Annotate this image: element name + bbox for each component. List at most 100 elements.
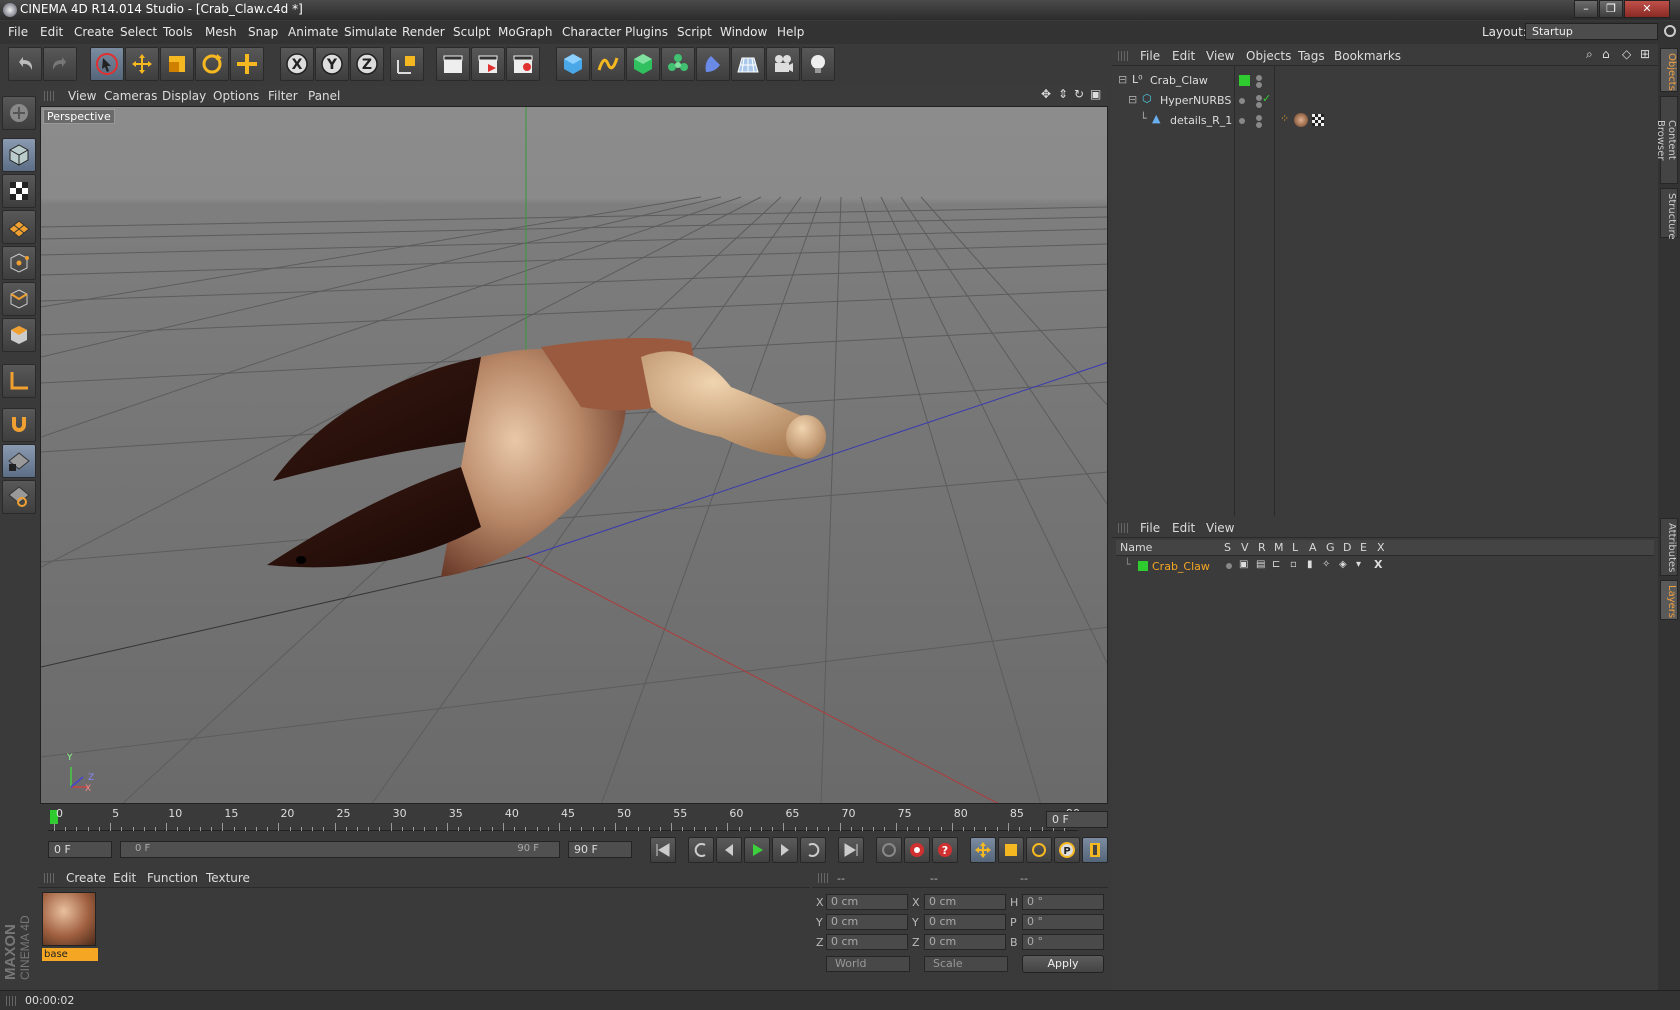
column-expressions[interactable]: E bbox=[1360, 541, 1367, 554]
x-axis-lock-button[interactable]: X bbox=[280, 47, 314, 81]
viewport-menu-display[interactable]: Display bbox=[162, 89, 206, 103]
layer-color-swatch[interactable] bbox=[1239, 75, 1250, 86]
material-tag-icon[interactable] bbox=[1294, 113, 1308, 127]
material-swatch[interactable]: base bbox=[40, 890, 98, 962]
planar-workplane-button[interactable] bbox=[2, 480, 36, 514]
enabled-check-icon[interactable]: ✓ bbox=[1262, 92, 1271, 105]
object-menu-bookmarks[interactable]: Bookmarks bbox=[1334, 49, 1401, 63]
y-axis-lock-button[interactable]: Y bbox=[315, 47, 349, 81]
layer-menu-view[interactable]: View bbox=[1206, 521, 1234, 535]
material-menu-edit[interactable]: Edit bbox=[113, 871, 136, 885]
viewport-menu-filter[interactable]: Filter bbox=[268, 89, 298, 103]
menu-mograph[interactable]: MoGraph bbox=[498, 25, 553, 39]
coordinate-system-button[interactable] bbox=[390, 47, 424, 81]
range-slider[interactable]: 0 F 90 F bbox=[120, 841, 560, 858]
menu-render[interactable]: Render bbox=[402, 25, 445, 39]
undo-button[interactable] bbox=[8, 47, 42, 81]
timeline-layout-button[interactable] bbox=[1082, 837, 1108, 863]
keyframe-selection-button[interactable]: ? bbox=[932, 837, 958, 863]
object-name[interactable]: details_R_1 bbox=[1170, 114, 1232, 127]
panel-grip[interactable] bbox=[818, 873, 828, 883]
polygons-mode-button[interactable] bbox=[2, 318, 36, 352]
size-z-field[interactable]: 0 cm bbox=[924, 934, 1006, 950]
snap-button[interactable] bbox=[2, 408, 36, 442]
menu-tools[interactable]: Tools bbox=[163, 25, 193, 39]
viewport-menu-panel[interactable]: Panel bbox=[308, 89, 340, 103]
menu-window[interactable]: Window bbox=[720, 25, 767, 39]
object-menu-objects[interactable]: Objects bbox=[1246, 49, 1291, 63]
pan-view-icon[interactable]: ✥ bbox=[1041, 87, 1051, 101]
visible-eye-icon[interactable]: ▣ bbox=[1239, 559, 1248, 570]
axis-mode-button[interactable] bbox=[2, 364, 36, 398]
key-parameter-button[interactable]: P bbox=[1054, 837, 1080, 863]
viewport-menu-options[interactable]: Options bbox=[213, 89, 259, 103]
layer-color-swatch[interactable] bbox=[1138, 561, 1148, 571]
tab-structure[interactable]: Structure bbox=[1660, 188, 1678, 240]
move-tool[interactable] bbox=[125, 47, 159, 81]
column-xrefs[interactable]: X bbox=[1377, 541, 1385, 554]
tab-layers[interactable]: Layers bbox=[1660, 580, 1678, 620]
previous-key-button[interactable] bbox=[688, 837, 714, 863]
layer-dot[interactable] bbox=[1239, 98, 1245, 104]
rotate-view-icon[interactable]: ↻ bbox=[1074, 87, 1084, 101]
record-keys-button[interactable] bbox=[876, 837, 902, 863]
animation-film-icon[interactable]: ▮ bbox=[1307, 559, 1313, 570]
generator-icon[interactable]: ✧ bbox=[1322, 559, 1330, 570]
tab-attributes[interactable]: Attributes bbox=[1660, 518, 1678, 576]
menu-simulate[interactable]: Simulate bbox=[344, 25, 397, 39]
panel-grip[interactable] bbox=[44, 91, 54, 101]
column-deformers[interactable]: D bbox=[1343, 541, 1351, 554]
menu-plugins[interactable]: Plugins bbox=[625, 25, 668, 39]
layer-dot[interactable] bbox=[1239, 118, 1245, 124]
column-generators[interactable]: G bbox=[1326, 541, 1335, 554]
object-name[interactable]: HyperNURBS bbox=[1160, 94, 1231, 107]
minimize-button[interactable]: – bbox=[1574, 0, 1598, 18]
maximize-button[interactable]: ❐ bbox=[1599, 0, 1623, 18]
editor-visibility-dot[interactable] bbox=[1256, 115, 1262, 121]
menu-mesh[interactable]: Mesh bbox=[205, 25, 237, 39]
panel-grip[interactable] bbox=[6, 996, 16, 1006]
rot-b-field[interactable]: 0 ° bbox=[1022, 934, 1104, 950]
object-menu-view[interactable]: View bbox=[1206, 49, 1234, 63]
material-name[interactable]: base bbox=[42, 948, 98, 961]
edges-mode-button[interactable] bbox=[2, 282, 36, 316]
add-mograph-button[interactable] bbox=[661, 47, 695, 81]
tab-content-browser[interactable]: Content Browser bbox=[1655, 96, 1678, 184]
scale-tool[interactable] bbox=[160, 47, 194, 81]
add-nurbs-button[interactable] bbox=[626, 47, 660, 81]
size-mode-select[interactable]: Scale bbox=[924, 956, 1008, 972]
add-deformer-button[interactable] bbox=[696, 47, 730, 81]
add-spline-button[interactable] bbox=[591, 47, 625, 81]
key-scale-button[interactable] bbox=[998, 837, 1024, 863]
render-clapboard-icon[interactable]: ▤ bbox=[1256, 559, 1265, 570]
menu-sculpt[interactable]: Sculpt bbox=[453, 25, 490, 39]
workplane-mode-button[interactable] bbox=[2, 210, 36, 244]
menu-file[interactable]: File bbox=[8, 25, 28, 39]
menu-select[interactable]: Select bbox=[120, 25, 157, 39]
deformer-icon[interactable]: ◈ bbox=[1339, 559, 1347, 570]
material-menu-texture[interactable]: Texture bbox=[206, 871, 250, 885]
rot-h-field[interactable]: 0 ° bbox=[1022, 894, 1104, 910]
panel-grip[interactable] bbox=[1118, 523, 1128, 533]
lock-icon[interactable]: ▫ bbox=[1290, 559, 1297, 570]
add-camera-button[interactable] bbox=[766, 47, 800, 81]
zoom-view-icon[interactable]: ⇕ bbox=[1058, 87, 1068, 101]
model-mode-button[interactable] bbox=[2, 138, 36, 172]
next-frame-button[interactable] bbox=[772, 837, 798, 863]
back-icon[interactable]: ◇ bbox=[1622, 47, 1631, 61]
tab-objects[interactable]: Objects bbox=[1660, 48, 1678, 92]
column-manager[interactable]: M bbox=[1274, 541, 1284, 554]
previous-frame-button[interactable] bbox=[716, 837, 742, 863]
object-menu-edit[interactable]: Edit bbox=[1172, 49, 1195, 63]
pos-x-field[interactable]: 0 cm bbox=[826, 894, 908, 910]
layout-select[interactable]: Startup bbox=[1525, 23, 1658, 40]
apply-button[interactable]: Apply bbox=[1022, 955, 1104, 973]
home-icon[interactable]: ⌂ bbox=[1602, 47, 1610, 61]
rotate-tool[interactable] bbox=[195, 47, 229, 81]
close-button[interactable]: ✕ bbox=[1624, 0, 1670, 18]
key-position-button[interactable] bbox=[970, 837, 996, 863]
menu-script[interactable]: Script bbox=[677, 25, 712, 39]
menu-snap[interactable]: Snap bbox=[248, 25, 278, 39]
uvw-tag-icon[interactable] bbox=[1312, 114, 1324, 126]
editor-visibility-dot[interactable] bbox=[1256, 75, 1262, 81]
